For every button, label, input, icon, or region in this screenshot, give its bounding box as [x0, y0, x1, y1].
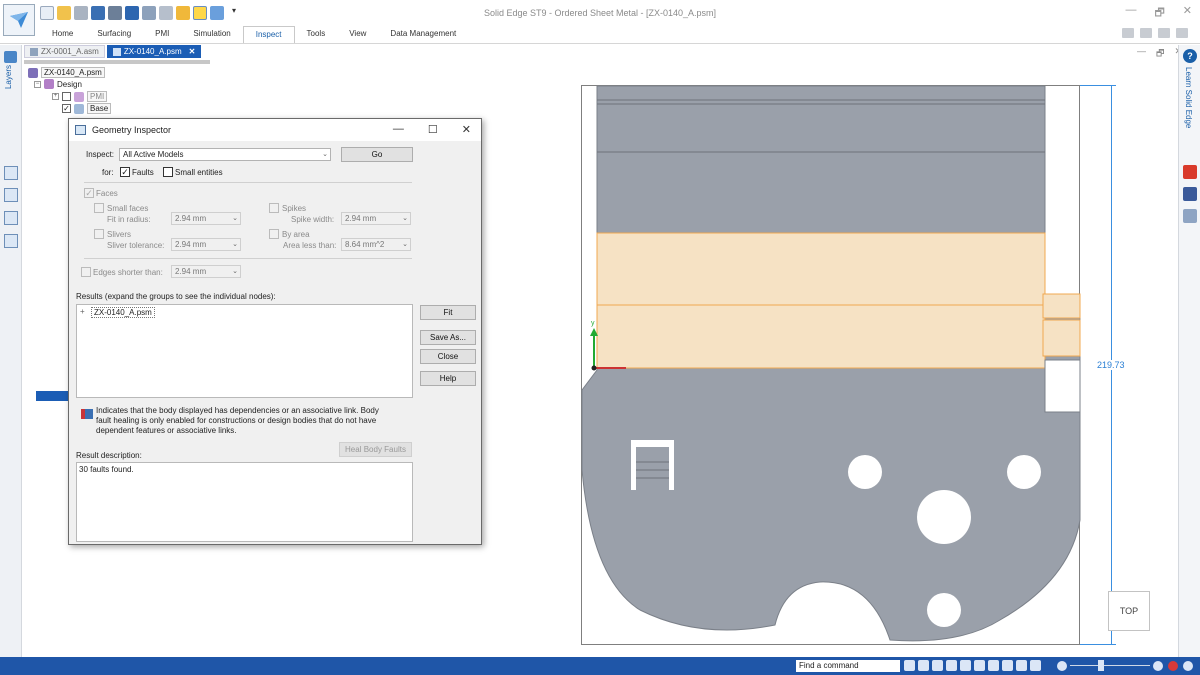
info-text: Indicates that the body displayed has de…: [96, 406, 379, 435]
hole: [848, 455, 882, 489]
result-description-box[interactable]: 30 faults found.: [76, 462, 413, 542]
zoom-slider[interactable]: [1070, 665, 1150, 666]
fit-view-icon[interactable]: [946, 660, 957, 671]
by-area-checkbox[interactable]: [269, 229, 279, 239]
spike-width-value: 2.94 mm: [345, 214, 377, 223]
go-button[interactable]: Go: [341, 147, 413, 162]
separator: [84, 182, 412, 183]
graphics-icon[interactable]: [1030, 660, 1041, 671]
expand-icon[interactable]: +: [80, 307, 85, 316]
zoom-in-icon[interactable]: [1153, 661, 1163, 671]
dimension-extension: [1080, 644, 1116, 645]
results-label: Results (expand the groups to see the in…: [76, 292, 276, 301]
faults-label: Faults: [132, 168, 154, 177]
spike-width-label: Spike width:: [291, 215, 335, 224]
small-entities-checkbox[interactable]: [163, 167, 173, 177]
chevron-down-icon: ⌄: [402, 241, 408, 248]
sliver-tolerance-value: 2.94 mm: [175, 240, 207, 249]
faces-label: Faces: [96, 189, 118, 198]
sliver-tolerance-label: Sliver tolerance:: [107, 241, 165, 250]
zoom-area-icon[interactable]: [918, 660, 929, 671]
area-less-than-select[interactable]: 8.64 mm^2 ⌄: [341, 238, 411, 251]
dependency-icon: [81, 409, 93, 419]
fit-in-radius-value: 2.94 mm: [175, 214, 207, 223]
view-label: TOP: [1119, 606, 1139, 616]
dialog-maximize-icon[interactable]: ☐: [428, 123, 438, 136]
status-bar: Find a command: [0, 657, 1200, 675]
small-faces-checkbox[interactable]: [94, 203, 104, 213]
dialog-close-icon[interactable]: ✕: [462, 123, 471, 136]
dialog-window-controls: — ☐ ✕: [393, 123, 471, 136]
help-button[interactable]: Help: [420, 371, 476, 386]
view-tools: [904, 660, 1041, 671]
axis-y-label: y: [591, 320, 595, 327]
tab-highlight: [1042, 319, 1081, 357]
dialog-app-icon: [75, 125, 86, 135]
find-command-input[interactable]: Find a command: [796, 660, 900, 672]
small-entities-label: Small entities: [175, 168, 223, 177]
for-label: for:: [102, 168, 114, 177]
result-description-value: 30 faults found.: [79, 465, 134, 474]
lighting-icon[interactable]: [1016, 660, 1027, 671]
chevron-down-icon: ⌄: [322, 151, 328, 158]
highlighted-face: [596, 232, 1046, 369]
results-tree[interactable]: + ZX-0140_A.psm: [76, 304, 413, 398]
dimension-value[interactable]: 219.73: [1095, 360, 1127, 370]
inspect-label: Inspect:: [86, 150, 115, 159]
dialog-minimize-icon[interactable]: —: [393, 123, 404, 136]
area-less-than-value: 8.64 mm^2: [345, 240, 385, 249]
slot-inner: [636, 447, 669, 490]
pan-icon[interactable]: [960, 660, 971, 671]
small-faces-label: Small faces: [107, 204, 149, 213]
chevron-down-icon: ⌄: [232, 268, 238, 275]
edges-shorter-label: Edges shorter than:: [93, 268, 163, 277]
geometry-inspector-dialog: Geometry Inspector — ☐ ✕ Inspect: All Ac…: [68, 118, 482, 545]
spikes-label: Spikes: [282, 204, 307, 213]
inspect-value: All Active Models: [123, 150, 184, 159]
notch-cutout: [1044, 359, 1081, 413]
dimension-extension: [1080, 85, 1116, 86]
tab-highlight: [1042, 293, 1081, 319]
fit-in-radius-label: Fit in radius:: [107, 215, 151, 224]
settings-icon[interactable]: [1183, 661, 1193, 671]
hole: [1007, 455, 1041, 489]
arrow-icon[interactable]: [904, 660, 915, 671]
separator: [84, 258, 412, 259]
stop-icon[interactable]: [1168, 661, 1178, 671]
zoom-slider-knob[interactable]: [1098, 660, 1104, 671]
spike-width-select[interactable]: 2.94 mm ⌄: [341, 212, 411, 225]
zoom-icon[interactable]: [932, 660, 943, 671]
fit-button[interactable]: Fit: [420, 305, 476, 320]
faults-checkbox[interactable]: ✓: [120, 167, 130, 177]
hole: [927, 593, 961, 627]
slivers-checkbox[interactable]: [94, 229, 104, 239]
hole: [917, 490, 971, 544]
edges-shorter-checkbox[interactable]: [81, 267, 91, 277]
spikes-checkbox[interactable]: [269, 203, 279, 213]
by-area-label: By area: [282, 230, 310, 239]
edges-shorter-select[interactable]: 2.94 mm ⌄: [171, 265, 241, 278]
sliver-tolerance-select[interactable]: 2.94 mm ⌄: [171, 238, 241, 251]
chevron-down-icon: ⌄: [232, 241, 238, 248]
heal-body-faults-button[interactable]: Heal Body Faults: [339, 442, 412, 457]
faces-checkbox[interactable]: ✓: [84, 188, 94, 198]
style-icon[interactable]: [1002, 660, 1013, 671]
view-orientation-cube[interactable]: TOP: [1108, 591, 1150, 631]
rotate-icon[interactable]: [974, 660, 985, 671]
area-less-than-label: Area less than:: [283, 241, 337, 250]
inspect-select[interactable]: All Active Models ⌄: [119, 148, 331, 161]
save-as-button[interactable]: Save As...: [420, 330, 476, 345]
zoom-out-icon[interactable]: [1057, 661, 1067, 671]
dialog-title: Geometry Inspector: [92, 125, 172, 135]
chevron-down-icon: ⌄: [232, 215, 238, 222]
origin: [591, 365, 597, 371]
result-node[interactable]: ZX-0140_A.psm: [91, 307, 155, 318]
close-button[interactable]: Close: [420, 349, 476, 364]
fit-in-radius-select[interactable]: 2.94 mm ⌄: [171, 212, 241, 225]
chevron-down-icon: ⌄: [402, 215, 408, 222]
result-description-label: Result description:: [76, 451, 142, 460]
shaded-view-icon[interactable]: [988, 660, 999, 671]
edges-shorter-value: 2.94 mm: [175, 267, 207, 276]
slivers-label: Slivers: [107, 230, 132, 239]
